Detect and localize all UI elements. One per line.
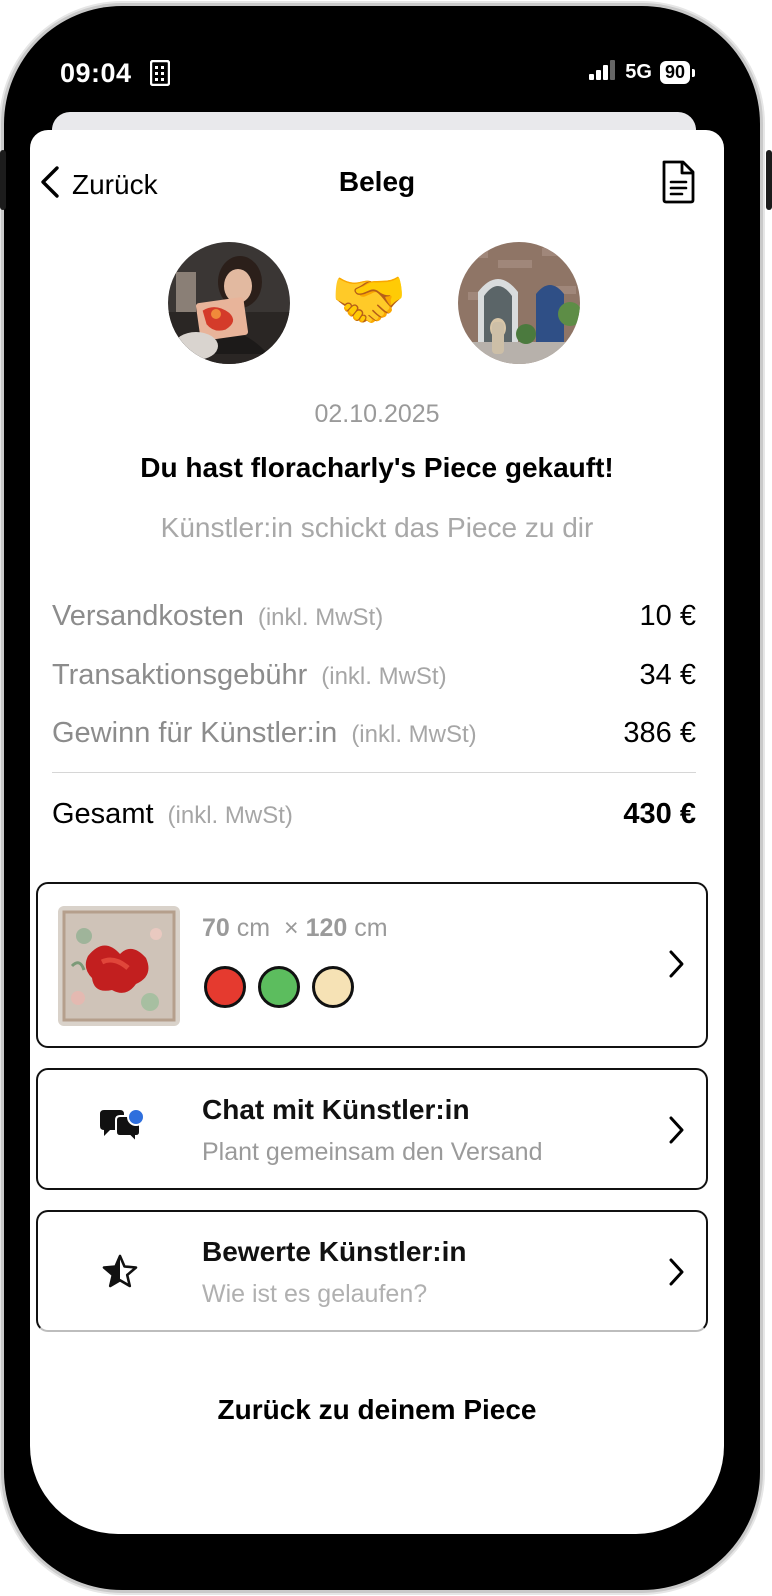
dimension-separator: ×	[284, 914, 299, 942]
purchase-date: 02.10.2025	[314, 400, 440, 428]
chat-card[interactable]: Chat mit Künstler:in Plant gemeinsam den…	[36, 1068, 708, 1190]
divider	[52, 772, 696, 773]
chevron-right-icon	[666, 1256, 686, 1293]
piece-thumbnail	[58, 906, 180, 1026]
total-label: Gesamt	[52, 798, 154, 830]
tax-note: (inkl. MwSt)	[257, 604, 384, 631]
status-time: 09:04	[60, 58, 132, 88]
star-icon	[102, 1254, 138, 1293]
cost-label: Gewinn für Künstler:in	[52, 717, 338, 749]
artist-avatar[interactable]	[458, 242, 580, 364]
width-unit: cm	[236, 914, 271, 942]
document-icon	[660, 160, 696, 208]
color-swatch-red	[204, 966, 246, 1008]
total-amount: 430 €	[623, 798, 696, 830]
tax-note: (inkl. MwSt)	[321, 663, 447, 690]
cost-row-transaction-fee: Transaktionsgebühr (inkl. MwSt) 34 €	[52, 659, 696, 692]
cost-amount: 386 €	[623, 717, 696, 749]
tax-note: (inkl. MwSt)	[351, 721, 477, 748]
side-button-right	[766, 150, 772, 210]
cost-row-total: Gesamt (inkl. MwSt) 430 €	[52, 798, 696, 831]
page-title: Beleg	[338, 166, 416, 197]
back-to-piece-link[interactable]: Zurück zu deinem Piece	[30, 1394, 724, 1426]
cost-row-artist-profit: Gewinn für Künstler:in (inkl. MwSt) 386 …	[52, 717, 696, 750]
handshake-icon: 🤝	[330, 266, 408, 335]
battery-indicator: 90	[659, 61, 696, 84]
purchase-headline: Du hast floracharly's Piece gekauft!	[140, 452, 614, 483]
chat-title: Chat mit Künstler:in	[202, 1094, 470, 1125]
chevron-right-icon	[666, 1114, 686, 1151]
participants: 🤝	[30, 242, 724, 366]
receipt-screen: Zurück Beleg 🤝 02.10.2025 Du hast florac…	[30, 130, 724, 1534]
rating-card[interactable]: Bewerte Künstler:in Wie ist es gelaufen?	[36, 1210, 708, 1332]
chevron-right-icon	[666, 948, 686, 985]
buyer-avatar[interactable]	[168, 242, 290, 364]
document-button[interactable]	[660, 160, 696, 209]
sim-icon	[149, 59, 171, 91]
chat-bubbles-icon	[98, 1108, 146, 1153]
height-value: 120	[305, 914, 348, 942]
piece-dimensions: 70 cm × 120 cm	[202, 914, 388, 943]
status-bar: 09:04 5G 90	[0, 0, 772, 120]
cost-row-shipping: Versandkosten (inkl. MwSt) 10 €	[52, 600, 696, 633]
piece-colors	[204, 966, 354, 1008]
piece-card[interactable]: 70 cm × 120 cm	[36, 882, 708, 1048]
cost-amount: 10 €	[639, 600, 696, 632]
rating-subtitle: Wie ist es gelaufen?	[202, 1280, 428, 1308]
tax-note: (inkl. MwSt)	[167, 802, 293, 829]
side-button-left	[0, 150, 6, 210]
width-value: 70	[202, 914, 230, 942]
network-label: 5G	[625, 61, 652, 83]
cost-label: Transaktionsgebühr	[52, 659, 308, 691]
color-swatch-beige	[312, 966, 354, 1008]
cost-label: Versandkosten	[52, 600, 244, 632]
chat-subtitle: Plant gemeinsam den Versand	[202, 1138, 543, 1166]
rating-title: Bewerte Künstler:in	[202, 1236, 467, 1267]
shipping-info: Künstler:in schickt das Piece zu dir	[160, 512, 594, 543]
nav-bar: Zurück Beleg	[30, 130, 724, 230]
signal-icon	[589, 60, 617, 85]
color-swatch-green	[258, 966, 300, 1008]
cost-amount: 34 €	[639, 659, 696, 691]
height-unit: cm	[354, 914, 388, 942]
